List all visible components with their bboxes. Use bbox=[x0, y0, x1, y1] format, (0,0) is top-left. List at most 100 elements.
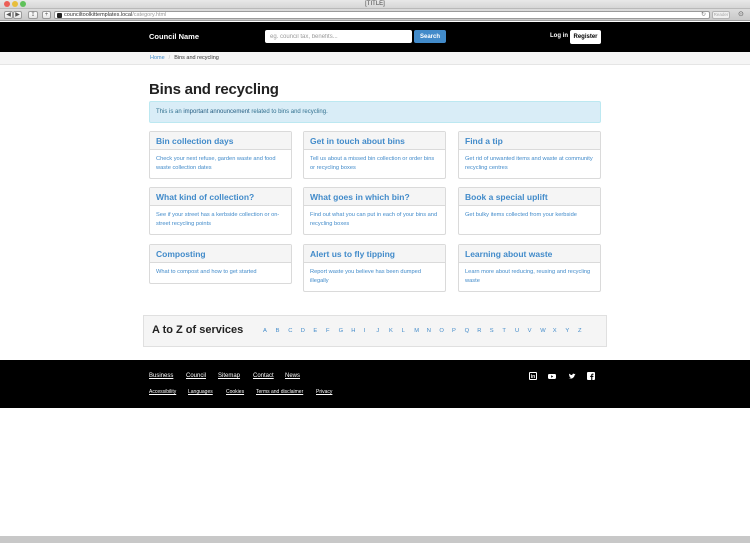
card-title-link[interactable]: Alert us to fly tipping bbox=[310, 249, 439, 259]
reader-button[interactable]: Reader bbox=[712, 11, 730, 19]
card-title-link[interactable]: Find a tip bbox=[465, 136, 594, 146]
service-card[interactable]: Learning about waste Learn more about re… bbox=[458, 244, 601, 292]
linkedin-icon[interactable]: in bbox=[529, 372, 537, 380]
site-footer: Business Council Sitemap Contact News Ac… bbox=[0, 360, 750, 408]
atoz-letter-h[interactable]: H bbox=[351, 328, 355, 334]
footer-link-cookies[interactable]: Cookies bbox=[226, 389, 244, 395]
window-bottom-edge bbox=[0, 536, 750, 543]
facebook-icon[interactable] bbox=[587, 372, 595, 380]
atoz-letter-w[interactable]: W bbox=[540, 328, 545, 334]
atoz-letter-i[interactable]: I bbox=[364, 328, 366, 334]
footer-link-accessibility[interactable]: Accessibility bbox=[149, 389, 176, 395]
footer-link-privacy[interactable]: Privacy bbox=[316, 389, 332, 395]
back-icon[interactable]: ◀ bbox=[4, 11, 13, 19]
breadcrumb-bar: Home / Bins and recycling bbox=[0, 52, 750, 65]
card-title-link[interactable]: Composting bbox=[156, 249, 285, 259]
search-input[interactable] bbox=[265, 30, 412, 43]
announcement-banner: This is an important announcement relate… bbox=[149, 101, 601, 123]
card-description-link[interactable]: See if your street has a kerbside collec… bbox=[150, 206, 291, 234]
youtube-icon[interactable] bbox=[548, 372, 556, 380]
search-button[interactable]: Search bbox=[414, 30, 446, 43]
atoz-letter-d[interactable]: D bbox=[301, 328, 305, 334]
login-link[interactable]: Log in bbox=[550, 33, 568, 39]
reload-icon[interactable]: ↻ bbox=[701, 12, 706, 18]
atoz-letter-s[interactable]: S bbox=[490, 328, 494, 334]
card-description-link[interactable]: Tell us about a missed bin collection or… bbox=[304, 150, 445, 178]
footer-link-languages[interactable]: Languages bbox=[188, 389, 213, 395]
favicon-icon bbox=[57, 13, 62, 18]
card-description-link[interactable]: Learn more about reducing, reusing and r… bbox=[459, 263, 600, 291]
council-name-logo[interactable]: Council Name bbox=[149, 32, 199, 41]
card-header: Find a tip bbox=[459, 132, 600, 150]
footer-link-contact[interactable]: Contact bbox=[253, 373, 274, 379]
atoz-letter-e[interactable]: E bbox=[313, 328, 317, 334]
card-description-link[interactable]: Report waste you believe has been dumped… bbox=[304, 263, 445, 291]
atoz-letter-k[interactable]: K bbox=[389, 328, 393, 334]
atoz-letter-t[interactable]: T bbox=[502, 328, 506, 334]
card-title-link[interactable]: Get in touch about bins bbox=[310, 136, 439, 146]
atoz-letter-f[interactable]: F bbox=[326, 328, 330, 334]
atoz-letter-a[interactable]: A bbox=[263, 328, 267, 334]
service-card[interactable]: Get in touch about bins Tell us about a … bbox=[303, 131, 446, 179]
footer-link-sitemap[interactable]: Sitemap bbox=[218, 373, 240, 379]
share-icon[interactable]: ⇪ bbox=[28, 11, 38, 19]
footer-link-business[interactable]: Business bbox=[149, 373, 173, 379]
card-title-link[interactable]: What goes in which bin? bbox=[310, 192, 439, 202]
atoz-panel: A to Z of services A B C D E F G H I J K L M N O P Q R S T U… bbox=[143, 315, 607, 347]
atoz-letter-p[interactable]: P bbox=[452, 328, 456, 334]
atoz-letter-n[interactable]: N bbox=[427, 328, 431, 334]
atoz-title: A to Z of services bbox=[152, 324, 244, 336]
address-bar[interactable]: counciltoolkittemplates.local/category.h… bbox=[54, 11, 710, 19]
card-title-link[interactable]: What kind of collection? bbox=[156, 192, 285, 202]
service-card[interactable]: What goes in which bin? Find out what yo… bbox=[303, 187, 446, 235]
service-card[interactable]: Composting What to compost and how to ge… bbox=[149, 244, 292, 284]
card-title-link[interactable]: Bin collection days bbox=[156, 136, 285, 146]
atoz-letter-u[interactable]: U bbox=[515, 328, 519, 334]
breadcrumb: Home / Bins and recycling bbox=[150, 55, 219, 61]
atoz-letter-j[interactable]: J bbox=[376, 328, 379, 334]
card-header: What goes in which bin? bbox=[304, 188, 445, 206]
twitter-icon[interactable] bbox=[568, 372, 576, 380]
atoz-letter-o[interactable]: O bbox=[439, 328, 444, 334]
announcement-suffix: related to bins and recycling. bbox=[249, 109, 328, 115]
atoz-letter-r[interactable]: R bbox=[477, 328, 481, 334]
card-header: Book a special uplift bbox=[459, 188, 600, 206]
forward-icon[interactable]: ▶ bbox=[13, 11, 22, 19]
card-description-link[interactable]: Find out what you can put in each of you… bbox=[304, 206, 445, 234]
atoz-letter-c[interactable]: C bbox=[288, 328, 292, 334]
atoz-letter-q[interactable]: Q bbox=[465, 328, 470, 334]
announcement-link[interactable]: important announcement bbox=[183, 109, 249, 115]
atoz-letter-b[interactable]: B bbox=[276, 328, 280, 334]
footer-link-council[interactable]: Council bbox=[186, 373, 206, 379]
footer-link-terms[interactable]: Terms and disclaimer bbox=[256, 389, 303, 395]
atoz-letter-y[interactable]: Y bbox=[565, 328, 569, 334]
service-card[interactable]: What kind of collection? See if your str… bbox=[149, 187, 292, 235]
url-path: /category.html bbox=[132, 12, 167, 18]
service-card[interactable]: Find a tip Get rid of unwanted items and… bbox=[458, 131, 601, 179]
atoz-letter-x[interactable]: X bbox=[553, 328, 557, 334]
service-card[interactable]: Alert us to fly tipping Report waste you… bbox=[303, 244, 446, 292]
footer-link-news[interactable]: News bbox=[285, 373, 300, 379]
atoz-letter-l[interactable]: L bbox=[402, 328, 405, 334]
card-title-link[interactable]: Book a special uplift bbox=[465, 192, 594, 202]
downloads-icon[interactable]: ⊙ bbox=[738, 10, 744, 19]
card-description-link[interactable]: Get rid of unwanted items and waste at c… bbox=[459, 150, 600, 178]
register-button[interactable]: Register bbox=[570, 30, 601, 44]
card-title-link[interactable]: Learning about waste bbox=[465, 249, 594, 259]
service-card[interactable]: Bin collection days Check your next refu… bbox=[149, 131, 292, 179]
card-header: Learning about waste bbox=[459, 245, 600, 263]
browser-toolbar: ◀ ▶ ⇪ + counciltoolkittemplates.local/ca… bbox=[0, 9, 750, 21]
atoz-letter-z[interactable]: Z bbox=[578, 328, 582, 334]
new-tab-icon[interactable]: + bbox=[42, 11, 51, 19]
card-description-link[interactable]: What to compost and how to get started bbox=[150, 263, 291, 283]
card-header: Alert us to fly tipping bbox=[304, 245, 445, 263]
breadcrumb-home-link[interactable]: Home bbox=[150, 55, 165, 61]
card-description-link[interactable]: Get bulky items collected from your kerb… bbox=[459, 206, 600, 234]
atoz-letter-v[interactable]: V bbox=[528, 328, 532, 334]
atoz-letter-g[interactable]: G bbox=[339, 328, 344, 334]
page-title: Bins and recycling bbox=[149, 81, 279, 98]
service-card[interactable]: Book a special uplift Get bulky items co… bbox=[458, 187, 601, 235]
card-description-link[interactable]: Check your next refuse, garden waste and… bbox=[150, 150, 291, 178]
atoz-letter-m[interactable]: M bbox=[414, 328, 419, 334]
site-header: Council Name Search Log in Register bbox=[0, 22, 750, 52]
